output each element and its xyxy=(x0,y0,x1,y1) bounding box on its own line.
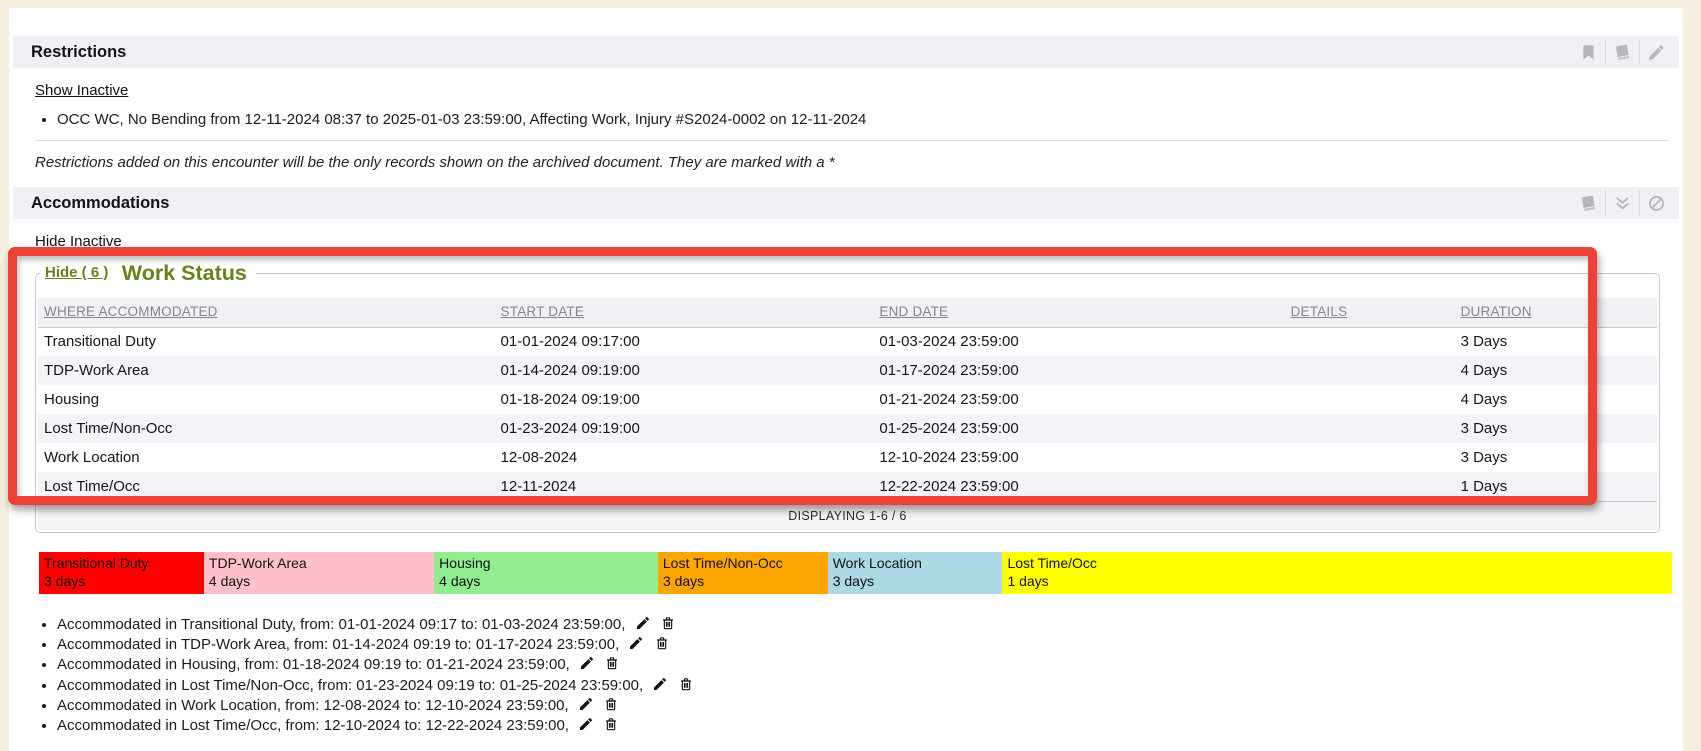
timeline-segment: Lost Time/Non-Occ 3 days xyxy=(658,552,828,594)
list-item: Accommodated in Lost Time/Non-Occ, from:… xyxy=(57,676,1683,696)
restrictions-title: Restrictions xyxy=(31,43,126,62)
delete-trash-icon[interactable] xyxy=(603,716,619,732)
table-footer-row: DISPLAYING 1-6 / 6 xyxy=(38,501,1657,530)
delete-trash-icon[interactable] xyxy=(603,696,619,712)
table-header-row: WHERE ACCOMMODATED START DATE END DATE D… xyxy=(38,298,1657,327)
work-status-legend: Hide ( 6 ) Work Status xyxy=(40,261,256,286)
timeline-segment: Work Location 3 days xyxy=(828,552,1003,594)
hide-count-link[interactable]: Hide ( 6 ) xyxy=(45,264,108,281)
list-item: Accommodated in Work Location, from: 12-… xyxy=(57,696,1683,716)
show-inactive-link[interactable]: Show Inactive xyxy=(35,82,128,99)
work-status-fieldset: Hide ( 6 ) Work Status WHERE ACCOMMODATE… xyxy=(35,261,1660,533)
col-header-where-accommodated[interactable]: WHERE ACCOMMODATED xyxy=(44,304,218,319)
entry-text: Accommodated in Lost Time/Non-Occ, from:… xyxy=(57,677,643,694)
delete-trash-icon[interactable] xyxy=(660,615,676,631)
restriction-item: OCC WC, No Bending from 12-11-2024 08:37… xyxy=(57,110,1683,129)
bookmark-icon[interactable] xyxy=(1571,39,1605,65)
accommodations-title: Accommodations xyxy=(31,194,169,213)
entry-text: Accommodated in Work Location, from: 12-… xyxy=(57,697,569,714)
edit-pencil-icon[interactable] xyxy=(635,615,651,631)
accommodation-timeline: Transitional Duty 3 days TDP-Work Area 4… xyxy=(39,552,1672,594)
restrictions-list: OCC WC, No Bending from 12-11-2024 08:37… xyxy=(9,110,1683,129)
delete-trash-icon[interactable] xyxy=(604,655,620,671)
hide-inactive-link[interactable]: Hide Inactive xyxy=(35,233,122,250)
col-header-duration[interactable]: DURATION xyxy=(1461,304,1532,319)
edit-pencil-icon[interactable] xyxy=(578,696,594,712)
entry-text: Accommodated in Transitional Duty, from:… xyxy=(57,616,625,633)
pencil-icon[interactable] xyxy=(1639,39,1673,65)
timeline-segment: TDP-Work Area 4 days xyxy=(204,552,434,594)
timeline-segment: Lost Time/Occ 1 days xyxy=(1002,552,1672,594)
accommodations-toolbar xyxy=(1571,187,1673,219)
book-icon[interactable] xyxy=(1605,39,1639,65)
table-row: Transitional Duty 01-01-2024 09:17:00 01… xyxy=(38,327,1657,356)
work-status-table: WHERE ACCOMMODATED START DATE END DATE D… xyxy=(38,298,1657,530)
delete-trash-icon[interactable] xyxy=(678,676,694,692)
edit-pencil-icon[interactable] xyxy=(579,655,595,671)
content-panel: Restrictions Show Inactive OCC WC, No Be… xyxy=(9,8,1683,751)
edit-pencil-icon[interactable] xyxy=(628,635,644,651)
timeline-segment: Housing 4 days xyxy=(434,552,658,594)
entry-text: Accommodated in Lost Time/Occ, from: 12-… xyxy=(57,717,569,734)
delete-trash-icon[interactable] xyxy=(654,635,670,651)
list-item: Accommodated in Transitional Duty, from:… xyxy=(57,615,1683,635)
divider xyxy=(35,140,1669,141)
table-row: Housing 01-18-2024 09:19:00 01-21-2024 2… xyxy=(38,385,1657,414)
book-icon[interactable] xyxy=(1571,190,1605,216)
accommodations-header: Accommodations xyxy=(13,187,1679,219)
edit-pencil-icon[interactable] xyxy=(578,716,594,732)
entry-text: Accommodated in Housing, from: 01-18-202… xyxy=(57,656,570,673)
restrictions-header: Restrictions xyxy=(13,36,1679,68)
table-row: Work Location 12-08-2024 12-10-2024 23:5… xyxy=(38,443,1657,472)
restrictions-toolbar xyxy=(1571,36,1673,68)
restrictions-note: Restrictions added on this encounter wil… xyxy=(35,154,1683,171)
edit-pencil-icon[interactable] xyxy=(652,676,668,692)
timeline-segment: Transitional Duty 3 days xyxy=(39,552,204,594)
col-header-end-date[interactable]: END DATE xyxy=(879,304,948,319)
double-chevron-down-icon[interactable] xyxy=(1605,190,1639,216)
accommodation-entries: Accommodated in Transitional Duty, from:… xyxy=(9,615,1683,736)
ban-icon[interactable] xyxy=(1639,190,1673,216)
table-row: TDP-Work Area 01-14-2024 09:19:00 01-17-… xyxy=(38,356,1657,385)
list-item: Accommodated in TDP-Work Area, from: 01-… xyxy=(57,635,1683,655)
col-header-details[interactable]: DETAILS xyxy=(1291,304,1348,319)
col-header-start-date[interactable]: START DATE xyxy=(501,304,585,319)
list-item: Accommodated in Housing, from: 01-18-202… xyxy=(57,655,1683,675)
table-row: Lost Time/Non-Occ 01-23-2024 09:19:00 01… xyxy=(38,414,1657,443)
work-status-title: Work Status xyxy=(122,261,247,285)
table-row: Lost Time/Occ 12-11-2024 12-22-2024 23:5… xyxy=(38,472,1657,501)
list-item: Accommodated in Lost Time/Occ, from: 12-… xyxy=(57,716,1683,736)
entry-text: Accommodated in TDP-Work Area, from: 01-… xyxy=(57,636,619,653)
paging-status: DISPLAYING 1-6 / 6 xyxy=(38,501,1657,530)
